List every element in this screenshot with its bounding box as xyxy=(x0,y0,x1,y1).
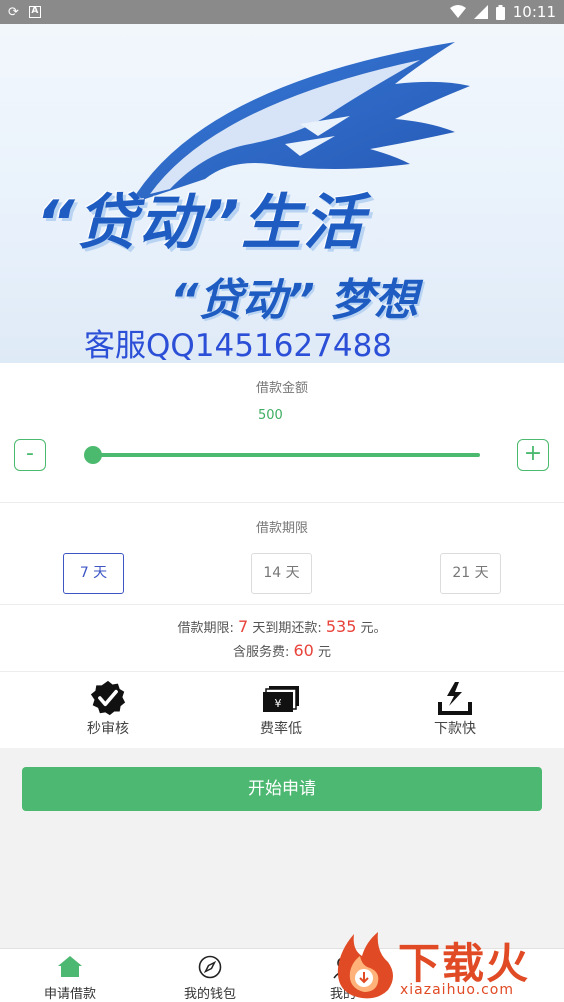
feature-fast-review-label: 秒审核 xyxy=(87,721,129,737)
compass-icon xyxy=(198,955,222,979)
nav-apply-loan-label: 申请借款 xyxy=(43,987,96,1002)
term-option-21-days[interactable]: 21 天 xyxy=(440,553,501,594)
signal-icon xyxy=(473,5,488,19)
repayment-line: 借款期限: 7 天到期还款: 535 元。 xyxy=(0,617,564,636)
decrease-amount-button[interactable]: - xyxy=(14,439,46,471)
promo-banner[interactable]: “贷动”生活 “贷动” 梦想 客服QQ1451627488 xyxy=(0,24,564,363)
site-watermark: 下载火 xiazaihuo.com xyxy=(330,928,564,1002)
loan-amount-section: 借款金额 500 - + xyxy=(0,363,564,503)
nav-my-wallet[interactable]: 我的钱包 xyxy=(150,955,270,1002)
increase-amount-button[interactable]: + xyxy=(517,439,549,471)
service-fee-line: 含服务费: 60 元 xyxy=(0,641,564,660)
nav-apply-loan[interactable]: 申请借款 xyxy=(10,955,130,1002)
verified-badge-icon xyxy=(90,680,126,716)
amount-slider-track[interactable] xyxy=(92,453,480,457)
sync-icon: ⟳ xyxy=(8,4,19,20)
banner-qq-contact: 客服QQ1451627488 xyxy=(84,328,393,363)
loan-amount-label: 借款金额 xyxy=(255,381,308,396)
feature-fast-payout: 下款快 xyxy=(395,680,515,738)
feature-low-rate: ¥ 费率低 xyxy=(221,680,341,738)
loan-term-section: 借款期限 7 天 14 天 21 天 xyxy=(0,503,564,605)
feature-low-rate-label: 费率低 xyxy=(260,721,302,737)
status-time: 10:11 xyxy=(512,3,556,21)
amount-slider-thumb[interactable] xyxy=(84,446,102,464)
banner-headline: “贷动”生活 xyxy=(36,188,366,258)
lightning-download-icon xyxy=(438,682,472,715)
nav-my-wallet-label: 我的钱包 xyxy=(183,987,236,1002)
start-apply-button[interactable]: 开始申请 xyxy=(22,767,542,811)
loan-term-label: 借款期限 xyxy=(255,521,308,536)
feature-fast-review: 秒审核 xyxy=(48,680,168,738)
service-fee-value: 60 xyxy=(293,641,314,660)
money-stack-icon: ¥ xyxy=(263,686,299,712)
loan-amount-value: 500 xyxy=(258,408,283,423)
term-prefix: 借款期限: xyxy=(177,621,234,636)
battery-icon xyxy=(495,4,505,20)
fee-prefix: 含服务费: xyxy=(232,645,290,660)
a-icon: A xyxy=(28,6,41,18)
home-icon xyxy=(58,956,82,977)
feature-strip: 秒审核 ¥ 费率低 下款快 xyxy=(0,672,564,748)
svg-text:¥: ¥ xyxy=(275,697,282,710)
term-option-14-days[interactable]: 14 天 xyxy=(251,553,312,594)
repay-mid-text: 天到期还款: xyxy=(252,621,322,636)
flame-logo-icon xyxy=(337,932,393,999)
feature-fast-payout-label: 下款快 xyxy=(434,721,476,737)
term-days-value: 7 xyxy=(237,617,249,636)
term-option-7-days[interactable]: 7 天 xyxy=(63,553,124,594)
banner-subline: “贷动” 梦想 xyxy=(170,275,418,326)
repay-amount-value: 535 xyxy=(325,617,357,636)
status-bar: ⟳ A 10:11 xyxy=(0,0,564,24)
fee-suffix: 元 xyxy=(318,645,332,660)
watermark-domain: xiazaihuo.com xyxy=(400,982,514,998)
repayment-summary: 借款期限: 7 天到期还款: 535 元。 含服务费: 60 元 xyxy=(0,605,564,672)
repay-suffix: 元。 xyxy=(360,621,387,636)
wifi-icon xyxy=(449,5,466,18)
